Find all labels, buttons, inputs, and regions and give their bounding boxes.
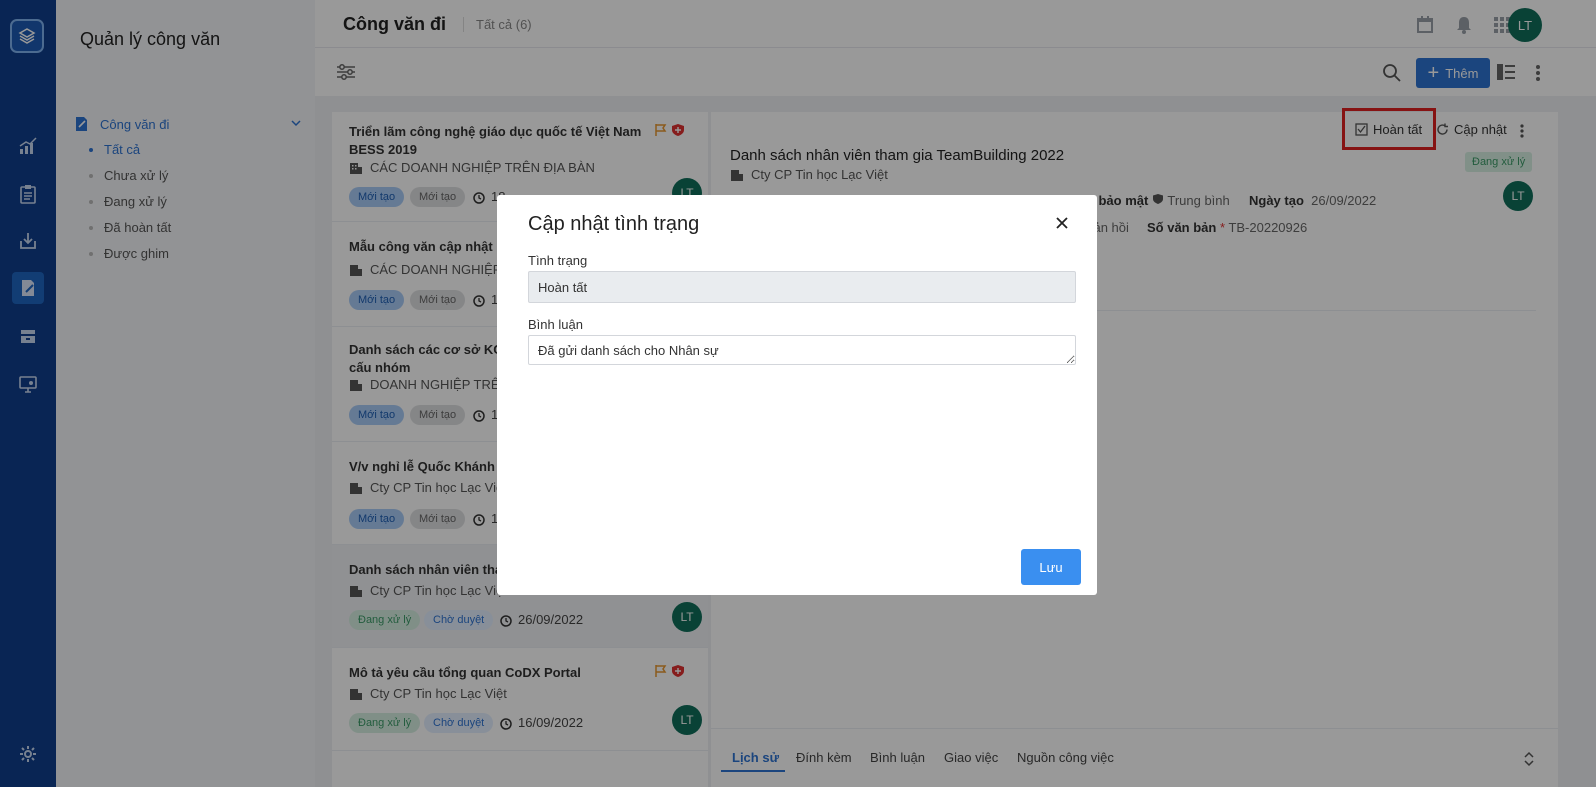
update-status-dialog: Cập nhật tình trạng Tình trạng Hoàn tất … <box>497 195 1097 595</box>
save-button[interactable]: Lưu <box>1021 549 1081 585</box>
dialog-title: Cập nhật tình trạng <box>528 213 700 235</box>
status-label: Tình trạng <box>528 253 588 268</box>
comment-label: Bình luận <box>528 317 583 332</box>
comment-field[interactable]: Đã gửi danh sách cho Nhân sự <box>528 335 1076 365</box>
close-icon[interactable] <box>1054 215 1070 231</box>
status-field[interactable]: Hoàn tất <box>528 271 1076 303</box>
